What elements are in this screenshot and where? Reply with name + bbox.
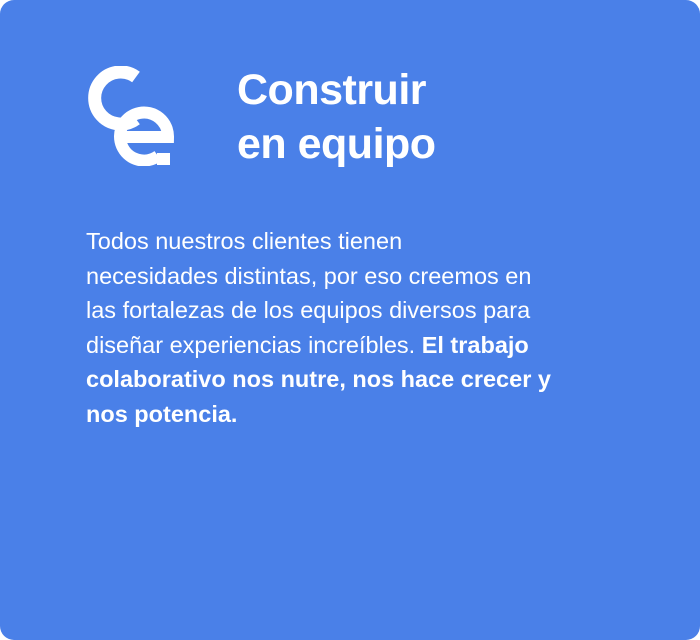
description-line-6: nos potencia.	[86, 400, 238, 427]
description-line-1: Todos nuestros clientes tienen	[86, 228, 403, 254]
feature-card: Construir en equipo Todos nuestros clien…	[0, 0, 700, 640]
card-title-line-2: en equipo	[237, 120, 436, 168]
card-title-line-1: Construir	[237, 66, 426, 114]
description-highlight-start: El trabajo	[421, 331, 529, 358]
description-line-2: necesidades distintas, por eso creemos e…	[86, 262, 532, 289]
description-line-5: colaborativo nos nutre, nos hace crecer …	[86, 366, 551, 392]
card-description: Todos nuestros clientes tienen necesidad…	[86, 224, 646, 431]
description-line-3: las fortalezas de los equipos diversos p…	[86, 297, 531, 323]
description-line-4: diseñar experiencias increíbles. El trab…	[86, 328, 646, 363]
card-title: Construir en equipo	[237, 63, 436, 171]
description-line-4-regular: diseñar experiencias increíbles.	[86, 331, 422, 358]
ce-logo-icon	[88, 66, 175, 166]
